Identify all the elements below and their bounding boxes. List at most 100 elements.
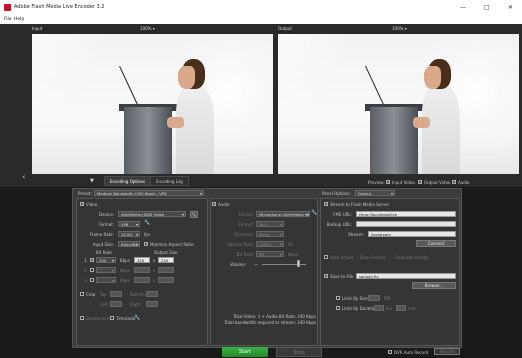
output-video-checkbox[interactable] <box>418 179 422 184</box>
video-device-settings-button[interactable]: 🔧 <box>190 211 198 218</box>
minimize-button[interactable]: — <box>460 4 466 11</box>
collapse-icon[interactable]: ▼ <box>90 178 94 184</box>
row1-height-input[interactable]: 240 <box>158 257 174 263</box>
close-button[interactable]: ✕ <box>508 4 513 11</box>
stream-label: Stream: <box>348 232 364 237</box>
output-zoom-select[interactable]: 100% ▾ <box>392 26 407 31</box>
limit-minutes-input[interactable] <box>396 305 406 311</box>
video-format-settings-icon[interactable]: 🔧 <box>144 220 150 226</box>
bit-rate-header: Bit Rate <box>96 250 112 255</box>
channels-label: Channels: <box>234 232 254 237</box>
tab-encoding-options[interactable]: Encoding Options <box>104 176 152 186</box>
tab-encoding-log[interactable]: Encoding Log <box>150 176 189 186</box>
video-enable-checkbox[interactable] <box>80 201 84 206</box>
audio-device-select[interactable]: Microphone (AVerMedia HDMI Audio) <box>256 211 310 217</box>
fms-url-input[interactable]: rtmp://localhost/live <box>356 211 456 217</box>
file-path-input[interactable]: sample.flv <box>356 273 456 279</box>
maintain-aspect-checkbox[interactable] <box>144 241 148 246</box>
connect-button[interactable]: Connect <box>416 240 456 247</box>
row2-bitrate-select[interactable] <box>96 267 116 273</box>
kbps-unit: Kbps <box>288 252 298 257</box>
timecode-checkbox[interactable] <box>110 316 114 320</box>
menu-file[interactable]: File <box>4 17 12 22</box>
crop-left-input[interactable] <box>110 301 122 307</box>
crop-bottom-input[interactable] <box>146 291 158 297</box>
limit-hours-input[interactable] <box>374 305 384 311</box>
video-device-select[interactable]: AVerMedia HDMI Video <box>118 211 186 217</box>
input-zoom-select[interactable]: 100% ▾ <box>140 26 155 31</box>
preset-label: Preset: <box>78 191 92 196</box>
row3-bitrate-select[interactable] <box>96 277 116 283</box>
crop-bottom-label: Bottom <box>130 292 145 297</box>
volume-slider-thumb[interactable] <box>297 260 301 267</box>
input-video-label: Input Video <box>392 180 415 185</box>
record-button[interactable]: Record <box>434 348 460 355</box>
mb-unit: MB <box>384 296 391 301</box>
audio-preview-checkbox[interactable] <box>452 179 456 184</box>
output-video-label: Output Video <box>424 180 451 185</box>
audio-enable-checkbox[interactable] <box>212 201 216 206</box>
save-to-file-checkbox[interactable] <box>324 273 328 278</box>
row1-x: x <box>153 258 156 263</box>
row3-index: 3. <box>84 278 88 283</box>
row1-bitrate-select[interactable]: 200 <box>96 257 116 263</box>
deinterlace-checkbox[interactable] <box>80 316 84 320</box>
audio-format-select[interactable]: Mp3 <box>256 221 284 227</box>
input-video-checkbox[interactable] <box>386 179 390 184</box>
limit-by-size-label: Limit By Size <box>342 296 368 301</box>
sample-rate-label: Sample Rate: <box>227 242 254 247</box>
crop-left-label: Left <box>100 302 108 307</box>
menu-bar: File Help <box>0 15 522 24</box>
crop-label: Crop <box>86 292 96 297</box>
input-size-select[interactable]: 640x360 <box>118 241 140 247</box>
dvr-auto-record-label: DVR Auto Record <box>394 350 429 355</box>
row3-unit: Kbps <box>120 278 130 283</box>
hz-unit: Hz <box>288 242 294 247</box>
limit-size-input[interactable] <box>368 295 380 301</box>
min-unit: min <box>408 306 416 311</box>
row3-checkbox[interactable] <box>90 278 94 282</box>
wrench-icon: 🔧 <box>191 212 197 217</box>
preview-side-marker[interactable]: ◂| <box>22 174 25 179</box>
dvr-auto-record-checkbox[interactable] <box>388 350 392 354</box>
audio-preview-label: Audio <box>458 180 470 185</box>
stream-to-fms-checkbox[interactable] <box>324 201 328 206</box>
row3-height-input[interactable] <box>158 277 174 283</box>
auto-adjust-checkbox[interactable] <box>324 255 328 259</box>
row2-x: x <box>153 268 156 273</box>
preset-select[interactable]: Medium Bandwidth (300 Kbps) - VP6 <box>94 190 204 196</box>
browse-button[interactable]: Browse... <box>412 282 456 289</box>
maximize-button[interactable]: □ <box>484 4 490 11</box>
output-video-preview <box>278 34 519 174</box>
menu-help[interactable]: Help <box>14 17 24 22</box>
crop-right-input[interactable] <box>146 301 158 307</box>
row2-checkbox[interactable] <box>90 268 94 272</box>
timecode-settings-icon[interactable]: 🔧 <box>134 315 140 321</box>
volume-min: — <box>254 262 258 267</box>
row1-checkbox[interactable] <box>90 257 94 262</box>
panel-options-label: Panel Options: <box>322 191 351 196</box>
auto-adjust-label: Auto Adjust <box>330 255 354 260</box>
degrade-quality-option[interactable]: Degrade Quality <box>396 255 429 260</box>
crop-top-input[interactable] <box>110 291 122 297</box>
panel-options-select[interactable]: Output <box>355 190 395 196</box>
stream-to-fms-label: Stream to Flash Media Server <box>330 202 390 207</box>
sample-rate-select[interactable]: 22050 <box>256 241 284 247</box>
audio-device-settings-icon[interactable]: 🔧 <box>311 210 317 216</box>
channels-select[interactable]: Mono <box>256 231 284 237</box>
row1-width-input[interactable]: 320 <box>134 257 150 263</box>
crop-checkbox[interactable] <box>80 292 84 296</box>
row2-width-input[interactable] <box>134 267 150 273</box>
hrs-unit: hrs <box>386 306 393 311</box>
limit-by-duration-checkbox[interactable] <box>336 306 340 310</box>
row1-index: 1. <box>84 258 88 263</box>
audio-bitrate-select[interactable]: 56 <box>256 251 284 257</box>
backup-url-input[interactable] <box>356 221 456 227</box>
stream-input[interactable]: livestream <box>368 231 456 237</box>
row2-height-input[interactable] <box>158 267 174 273</box>
drop-frames-option[interactable]: Drop Frames <box>360 255 385 260</box>
limit-by-size-checkbox[interactable] <box>336 296 340 300</box>
row3-width-input[interactable] <box>134 277 150 283</box>
video-format-select[interactable]: VP6 <box>118 221 140 227</box>
frame-rate-select[interactable]: 15.00 <box>118 231 140 237</box>
